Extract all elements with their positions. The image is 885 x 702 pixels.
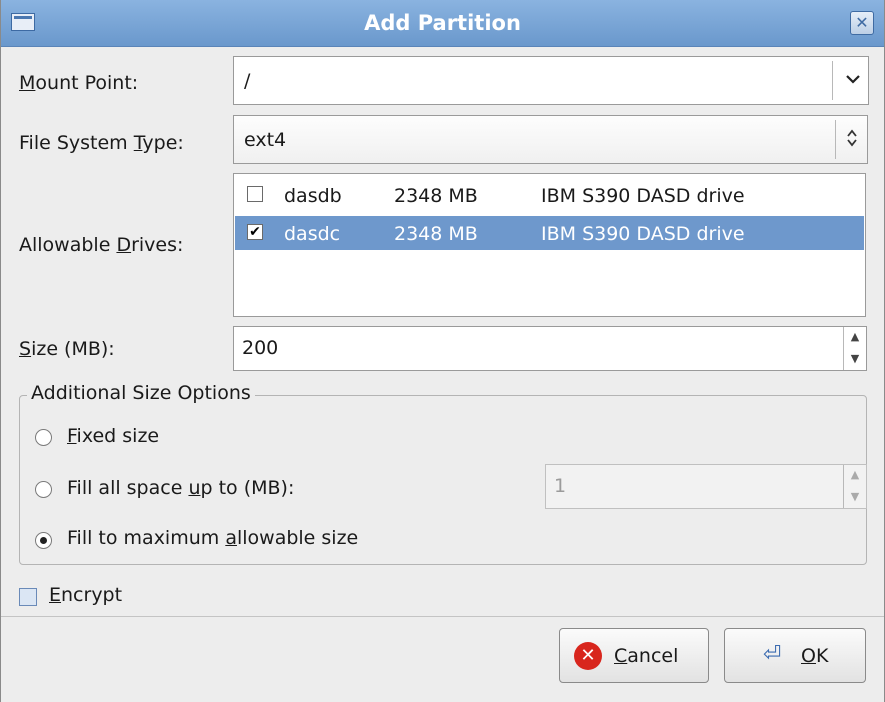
divider xyxy=(1,616,884,617)
drive-size: 2348 MB xyxy=(394,223,478,245)
return-arrow-icon: ⏎ xyxy=(763,642,782,667)
encrypt-label[interactable]: Encrypt xyxy=(49,584,122,606)
updown-arrows-icon[interactable] xyxy=(837,128,867,153)
dialog-title: Add Partition xyxy=(364,11,521,35)
fill-up-to-label[interactable]: Fill all space up to (MB): xyxy=(67,477,294,499)
fs-type-label: File System Type: xyxy=(19,132,184,154)
drive-row-dasdc[interactable]: ✔ dasdc 2348 MB IBM S390 DASD drive xyxy=(235,216,864,250)
encrypt-checkbox[interactable] xyxy=(19,588,37,606)
size-value[interactable]: 200 xyxy=(242,337,278,359)
size-stepper[interactable]: ▲ ▼ xyxy=(843,327,866,370)
cancel-button[interactable]: ✕ Cancel xyxy=(559,628,709,683)
ok-button[interactable]: ⏎ OK xyxy=(724,628,866,683)
step-up-icon: ▲ xyxy=(850,330,860,343)
fixed-size-radio[interactable] xyxy=(35,429,52,446)
fill-max-radio[interactable] xyxy=(35,532,52,549)
drive-checkbox-dasdb[interactable] xyxy=(247,186,263,202)
fill-up-to-spinner[interactable]: 1 ▲ ▼ xyxy=(545,464,867,509)
fixed-size-label[interactable]: Fixed size xyxy=(67,425,159,447)
mount-point-label-rest: ount Point: xyxy=(35,72,139,94)
size-label: Size (MB): xyxy=(19,338,115,360)
cancel-icon: ✕ xyxy=(574,642,602,670)
fill-max-label[interactable]: Fill to maximum allowable size xyxy=(67,527,358,549)
fill-up-to-stepper[interactable]: ▲ ▼ xyxy=(843,465,866,508)
drive-model: IBM S390 DASD drive xyxy=(541,223,745,245)
title-bar[interactable]: Add Partition ✕ xyxy=(1,0,884,47)
mount-point-value[interactable]: / xyxy=(244,70,250,92)
step-down-icon: ▼ xyxy=(850,489,860,503)
add-partition-dialog: Add Partition ✕ Mount Point: / File Syst… xyxy=(0,0,885,702)
step-up-icon: ▲ xyxy=(850,468,860,481)
allowable-drives-label: Allowable Drives: xyxy=(19,234,184,256)
drive-row-dasdb[interactable]: dasdb 2348 MB IBM S390 DASD drive xyxy=(235,178,864,212)
fs-type-select[interactable]: ext4 xyxy=(233,115,868,164)
fill-up-to-radio[interactable] xyxy=(35,481,52,498)
drive-size: 2348 MB xyxy=(394,185,478,207)
drive-model: IBM S390 DASD drive xyxy=(541,185,745,207)
drive-name: dasdb xyxy=(284,185,342,207)
step-down-icon: ▼ xyxy=(850,351,860,365)
size-spinner[interactable]: 200 ▲ ▼ xyxy=(233,326,867,371)
size-options-title: Additional Size Options xyxy=(27,382,255,404)
chevron-down-icon[interactable] xyxy=(838,67,868,89)
fill-up-to-value[interactable]: 1 xyxy=(554,475,566,497)
drive-name: dasdc xyxy=(284,223,341,245)
drive-checkbox-dasdc[interactable]: ✔ xyxy=(247,224,263,240)
mount-point-label: Mount Point: xyxy=(19,72,139,94)
close-icon[interactable]: ✕ xyxy=(850,11,874,35)
drives-list[interactable]: dasdb 2348 MB IBM S390 DASD drive ✔ dasd… xyxy=(233,173,866,317)
fs-type-value: ext4 xyxy=(244,129,287,151)
mount-point-combo[interactable]: / xyxy=(233,56,869,105)
